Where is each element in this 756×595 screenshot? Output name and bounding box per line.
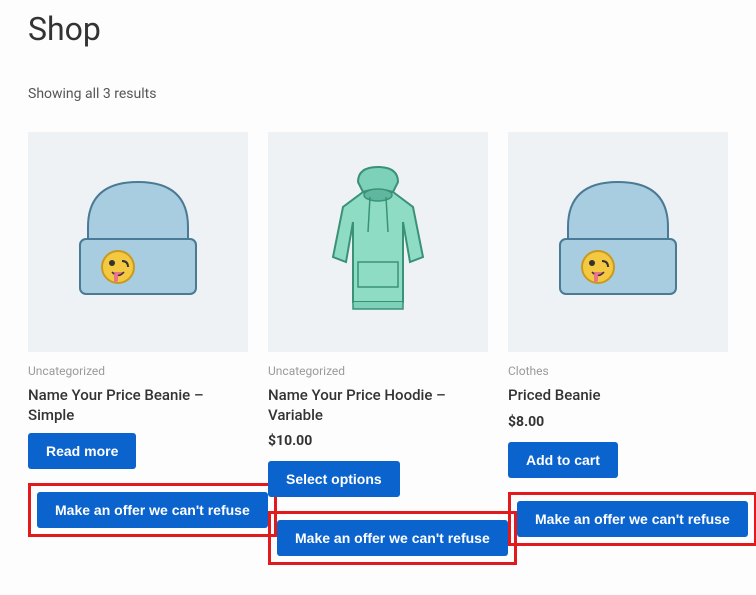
product-grid: Uncategorized Name Your Price Beanie – S… — [28, 132, 728, 565]
read-more-button[interactable]: Read more — [28, 433, 136, 469]
make-offer-button[interactable]: Make an offer we can't refuse — [277, 520, 508, 556]
beanie-icon — [538, 167, 698, 317]
page-title: Shop — [28, 10, 728, 48]
beanie-icon — [58, 167, 218, 317]
add-to-cart-button[interactable]: Add to cart — [508, 442, 618, 478]
product-price: $8.00 — [508, 414, 544, 430]
offer-highlight: Make an offer we can't refuse — [28, 483, 277, 537]
product-category: Clothes — [508, 364, 549, 378]
result-count: Showing all 3 results — [28, 86, 728, 102]
offer-highlight: Make an offer we can't refuse — [508, 492, 756, 546]
hoodie-icon — [298, 157, 458, 327]
product-category: Uncategorized — [268, 364, 345, 378]
product-title[interactable]: Name Your Price Beanie – Simple — [28, 386, 248, 425]
select-options-button[interactable]: Select options — [268, 461, 400, 497]
product-image[interactable] — [508, 132, 728, 352]
product-card: Clothes Priced Beanie $8.00 Add to cart … — [508, 132, 728, 565]
product-card: Uncategorized Name Your Price Beanie – S… — [28, 132, 248, 565]
product-category: Uncategorized — [28, 364, 105, 378]
product-price: $10.00 — [268, 433, 312, 449]
product-card: Uncategorized Name Your Price Hoodie – V… — [268, 132, 488, 565]
product-image[interactable] — [268, 132, 488, 352]
make-offer-button[interactable]: Make an offer we can't refuse — [37, 492, 268, 528]
make-offer-button[interactable]: Make an offer we can't refuse — [517, 501, 748, 537]
product-title[interactable]: Priced Beanie — [508, 386, 601, 406]
offer-highlight: Make an offer we can't refuse — [268, 511, 517, 565]
product-image[interactable] — [28, 132, 248, 352]
product-title[interactable]: Name Your Price Hoodie – Variable — [268, 386, 488, 425]
